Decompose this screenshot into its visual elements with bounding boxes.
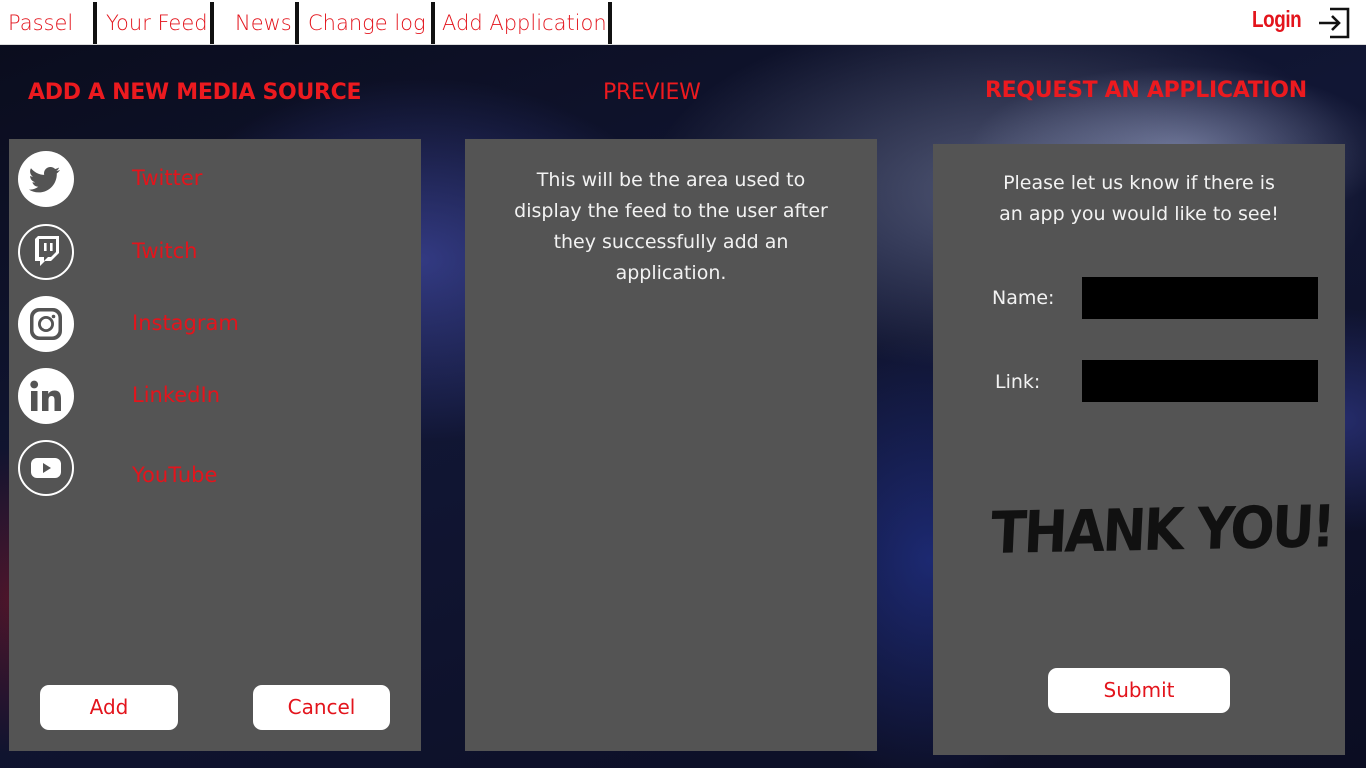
source-twitch[interactable]: Twitch xyxy=(18,224,398,284)
twitch-icon xyxy=(18,224,74,280)
nav-your-feed[interactable]: Your Feed xyxy=(106,0,208,44)
source-label: LinkedIn xyxy=(132,383,221,407)
nav-divider xyxy=(608,2,612,44)
request-intro-text: Please let us know if there is an app yo… xyxy=(999,172,1279,225)
media-source-panel: Twitter Twitch Instagram LinkedIn YouTub… xyxy=(9,139,421,751)
top-nav-bar: Passel Your Feed News Change log Add App… xyxy=(0,0,1366,45)
request-heading: REQUEST AN APPLICATION xyxy=(985,78,1307,103)
nav-divider xyxy=(210,2,214,44)
nav-news[interactable]: News xyxy=(235,0,292,44)
nav-change-log[interactable]: Change log xyxy=(308,0,426,44)
nav-passel[interactable]: Passel xyxy=(8,0,73,44)
name-label: Name: xyxy=(992,287,1055,309)
instagram-icon xyxy=(18,296,74,352)
source-instagram[interactable]: Instagram xyxy=(18,296,398,356)
source-label: YouTube xyxy=(132,463,218,487)
preview-panel: This will be the area used to display th… xyxy=(465,139,877,751)
nav-divider xyxy=(431,2,435,44)
link-input[interactable] xyxy=(1082,360,1318,402)
preview-heading: PREVIEW xyxy=(603,80,701,105)
login-arrow-icon[interactable] xyxy=(1316,5,1352,41)
youtube-icon xyxy=(18,440,74,496)
twitter-icon xyxy=(18,151,74,207)
add-source-heading: ADD A NEW MEDIA SOURCE xyxy=(28,80,362,105)
source-label: Twitch xyxy=(132,239,198,263)
nav-divider xyxy=(93,2,97,44)
source-label: Twitter xyxy=(132,166,203,190)
link-label: Link: xyxy=(995,371,1041,393)
preview-placeholder-text: This will be the area used to display th… xyxy=(514,169,828,284)
add-button[interactable]: Add xyxy=(40,685,178,730)
linkedin-icon xyxy=(18,368,74,424)
source-youtube[interactable]: YouTube xyxy=(18,440,398,500)
cancel-button[interactable]: Cancel xyxy=(253,685,390,730)
submit-button[interactable]: Submit xyxy=(1048,668,1230,713)
request-panel: Please let us know if there is an app yo… xyxy=(933,144,1345,755)
thank-you-graphic: THANK YOU! xyxy=(989,492,1335,567)
source-twitter[interactable]: Twitter xyxy=(18,151,398,211)
source-label: Instagram xyxy=(132,311,239,335)
login-link[interactable]: Login xyxy=(1252,6,1302,33)
source-linkedin[interactable]: LinkedIn xyxy=(18,368,398,428)
nav-divider xyxy=(295,2,299,44)
name-input[interactable] xyxy=(1082,277,1318,319)
nav-add-application[interactable]: Add Application xyxy=(442,0,607,44)
